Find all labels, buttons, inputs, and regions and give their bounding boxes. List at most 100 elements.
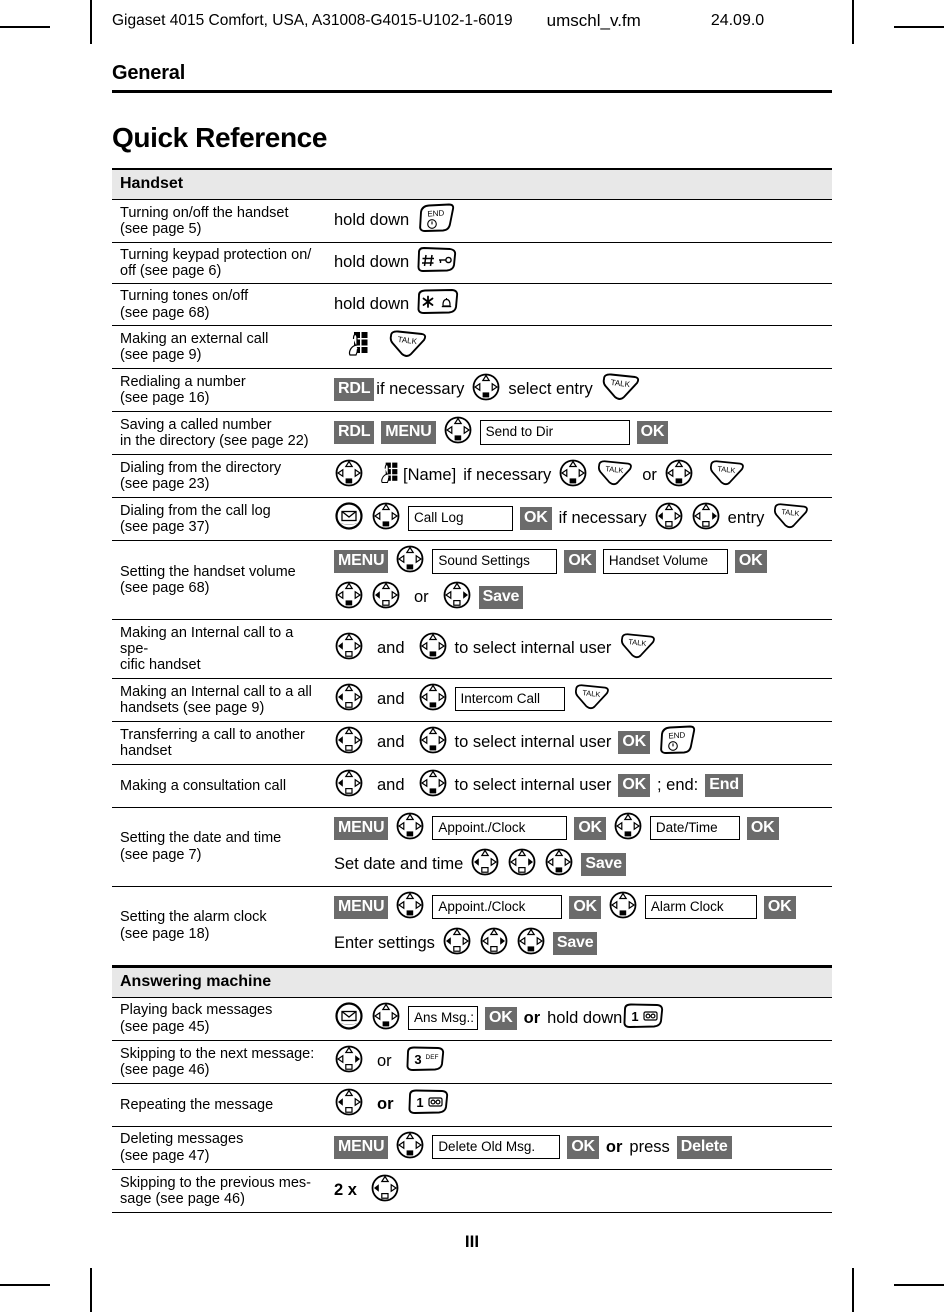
navigation-key-left-icon[interactable] (470, 847, 500, 882)
or-text: or (377, 1051, 392, 1070)
table-row-external-call: Making an external call (see page 9) TALK (112, 326, 832, 369)
display-call-log: Call Log (408, 506, 513, 531)
softkey-delete[interactable]: Delete (676, 1135, 732, 1159)
navigation-key-bottom-icon[interactable] (471, 372, 501, 407)
hold-down-text: hold down (334, 211, 410, 229)
if-necessary-text: if necessary (463, 465, 552, 484)
talk-key-icon[interactable]: TALK (600, 372, 642, 407)
navigation-key-right-icon[interactable] (479, 926, 509, 961)
navigation-key-bottom-icon[interactable] (418, 768, 448, 803)
softkey-end[interactable]: End (705, 773, 743, 797)
one-answering-machine-key-icon[interactable]: 1 (407, 1088, 449, 1121)
navigation-key-bottom-icon[interactable] (395, 811, 425, 846)
crop-mark-top-left-h (0, 26, 50, 28)
softkey-ok[interactable]: OK (569, 895, 601, 919)
softkey-ok[interactable]: OK (485, 1006, 517, 1030)
softkey-rdl[interactable]: RDL (334, 420, 375, 444)
navigation-key-left-icon[interactable] (371, 580, 401, 615)
navigation-key-bottom-icon[interactable] (418, 682, 448, 717)
crop-mark-bottom-left-h (0, 1284, 50, 1286)
row-label: Skipping to the previous mes-sage (see p… (120, 1174, 312, 1207)
navigation-key-left-icon[interactable] (370, 1173, 400, 1208)
navigation-key-bottom-icon[interactable] (334, 580, 364, 615)
navigation-key-left-icon[interactable] (334, 631, 364, 666)
svg-text:1: 1 (632, 1009, 639, 1024)
navigation-key-right-icon[interactable] (334, 1044, 364, 1079)
softkey-menu[interactable]: MENU (334, 1135, 389, 1159)
navigation-key-bottom-icon[interactable] (334, 458, 364, 493)
softkey-ok[interactable]: OK (618, 730, 650, 754)
talk-key-icon[interactable]: TALK (707, 459, 747, 492)
softkey-menu[interactable]: MENU (334, 895, 389, 919)
softkey-ok[interactable]: OK (520, 506, 552, 530)
three-def-key-icon[interactable]: 3 DEF (405, 1045, 445, 1078)
navigation-key-bottom-icon[interactable] (418, 631, 448, 666)
navigation-key-left-icon[interactable] (654, 501, 684, 536)
softkey-ok[interactable]: OK (574, 816, 606, 840)
navigation-key-bottom-icon[interactable] (395, 1130, 425, 1165)
talk-key-icon[interactable]: TALK (387, 329, 429, 364)
navigation-key-bottom-icon[interactable] (613, 811, 643, 846)
end-key-icon[interactable]: END (657, 725, 697, 760)
softkey-rdl[interactable]: RDL (334, 377, 375, 401)
display-date-time: Date/Time (649, 815, 740, 841)
navigation-key-bottom-icon[interactable] (371, 501, 401, 536)
softkey-ok[interactable]: OK (618, 773, 650, 797)
navigation-key-bottom-icon[interactable] (544, 847, 574, 882)
softkey-ok[interactable]: OK (567, 1135, 599, 1159)
end-label-text: ; end: (656, 775, 699, 794)
navigation-key-left-icon[interactable] (334, 682, 364, 717)
softkey-ok[interactable]: OK (763, 895, 796, 919)
row-label: Playing back messages (see page 45) (120, 1002, 273, 1035)
navigation-key-right-icon[interactable] (507, 847, 537, 882)
softkey-ok[interactable]: OK (636, 420, 669, 444)
message-envelope-key-icon[interactable] (334, 501, 364, 536)
navigation-key-bottom-icon[interactable] (371, 1001, 401, 1036)
end-key-icon[interactable]: END (416, 203, 456, 238)
crop-mark-bottom-left-v (90, 1268, 92, 1312)
row-label: Dialing from the directory (see page 23) (120, 459, 282, 492)
crop-mark-top-left-v (90, 0, 92, 44)
talk-key-icon[interactable]: TALK (771, 502, 811, 535)
table-row-handset-volume: Setting the handset volume (see page 68) … (112, 541, 832, 620)
hash-keypad-lock-key-icon[interactable] (416, 246, 458, 279)
navigation-key-bottom-icon[interactable] (664, 458, 694, 493)
navigation-key-bottom-icon[interactable] (608, 890, 638, 925)
softkey-ok[interactable]: OK (746, 816, 779, 840)
navigation-key-bottom-icon[interactable] (395, 890, 425, 925)
quick-reference-table: Handset Turning on/off the handset (see p… (112, 168, 832, 1213)
section-header-handset: Handset (112, 168, 832, 200)
navigation-key-bottom-icon[interactable] (443, 415, 473, 450)
keypad-hand-icon[interactable] (377, 459, 403, 492)
entry-text: entry (727, 508, 765, 527)
talk-key-icon[interactable]: TALK (595, 459, 635, 492)
navigation-key-left-icon[interactable] (442, 926, 472, 961)
softkey-save[interactable]: Save (552, 931, 598, 955)
softkey-menu[interactable]: MENU (381, 420, 436, 444)
softkey-save[interactable]: Save (478, 585, 524, 609)
star-ringer-key-icon[interactable] (416, 288, 460, 321)
table-row-transfer-call: Transferring a call to another handset an… (112, 722, 832, 765)
navigation-key-bottom-icon[interactable] (395, 544, 425, 579)
navigation-key-bottom-icon[interactable] (418, 725, 448, 760)
navigation-key-right-icon[interactable] (442, 580, 472, 615)
keypad-hand-icon[interactable] (344, 329, 374, 364)
or-text: or (414, 587, 429, 606)
talk-key-icon[interactable]: TALK (572, 683, 612, 716)
softkey-menu[interactable]: MENU (334, 816, 389, 840)
navigation-key-left-icon[interactable] (334, 725, 364, 760)
navigation-key-bottom-icon[interactable] (558, 458, 588, 493)
display-appoint-clock: Appoint./Clock (432, 894, 563, 920)
softkey-ok[interactable]: OK (564, 549, 596, 573)
navigation-key-left-icon[interactable] (334, 1087, 364, 1122)
navigation-key-left-icon[interactable] (334, 768, 364, 803)
softkey-save[interactable]: Save (581, 852, 626, 876)
navigation-key-bottom-icon[interactable] (516, 926, 546, 961)
navigation-key-right-icon[interactable] (691, 501, 721, 536)
softkey-menu[interactable]: MENU (334, 549, 389, 573)
message-envelope-key-icon[interactable] (334, 1001, 364, 1036)
softkey-ok[interactable]: OK (734, 549, 767, 573)
display-alarm-clock: Alarm Clock (644, 894, 757, 920)
talk-key-icon[interactable]: TALK (618, 632, 658, 665)
one-answering-machine-key-icon[interactable]: 1 (622, 1002, 664, 1035)
